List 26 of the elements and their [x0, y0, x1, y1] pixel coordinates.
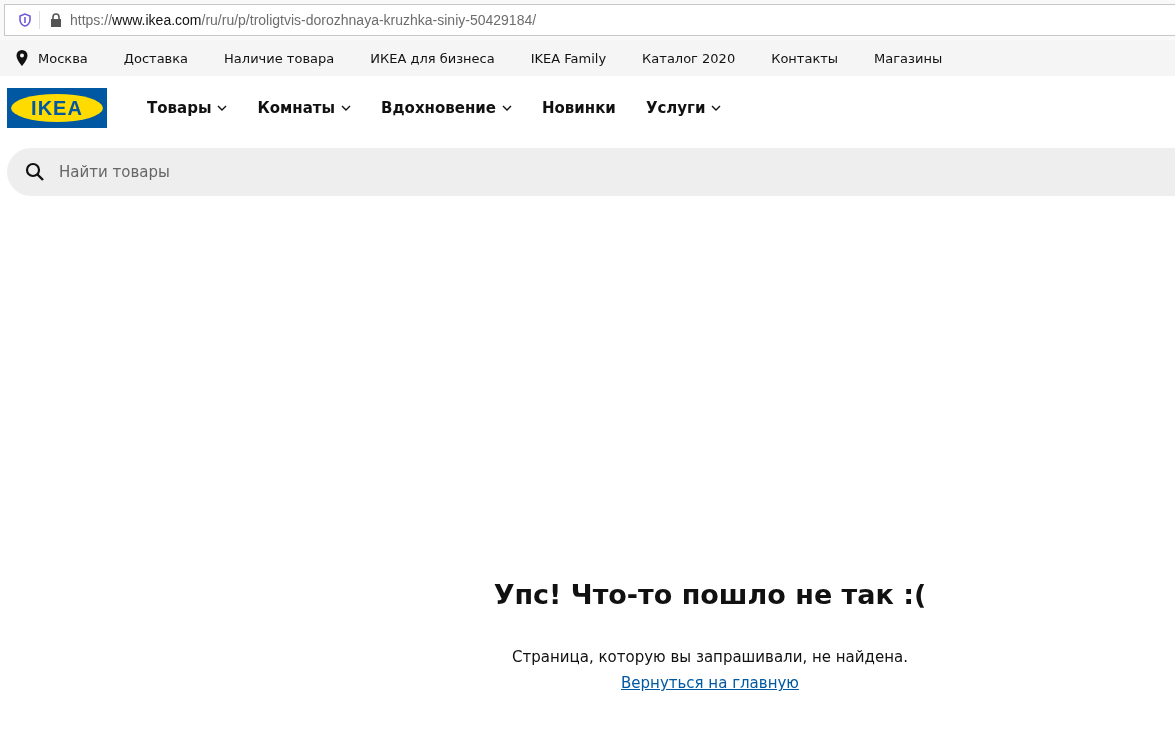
location-pin-icon [16, 50, 28, 66]
top-link[interactable]: ИКЕА для бизнеса [370, 50, 495, 66]
top-link[interactable]: Каталог 2020 [642, 50, 736, 66]
nav-menu-item[interactable]: Товары [147, 99, 228, 117]
nav-menu-item[interactable]: Услуги [645, 99, 722, 117]
top-link[interactable]: IKEA Family [530, 50, 607, 66]
chevron-down-icon [501, 105, 512, 111]
top-link[interactable]: Магазины [874, 50, 943, 66]
nav-menu-item[interactable]: Новинки [541, 99, 616, 117]
chevron-down-icon [341, 105, 352, 111]
top-link[interactable]: Контакты [771, 50, 839, 66]
url-field[interactable]: https://www.ikea.com/ru/ru/p/troligtvis-dorozhnaya-kruzhka-siniy-50429184/ [70, 12, 537, 28]
home-link[interactable]: Вернуться на главную [621, 674, 799, 692]
chevron-down-icon [217, 105, 228, 111]
nav-menu-item[interactable]: Комнаты [257, 99, 352, 117]
error-message: Страница, которую вы запрашивали, не найдена. [512, 648, 908, 666]
error-heading: Упс! Что-то пошло не так :( [493, 579, 927, 610]
nav-menu-item[interactable]: Вдохновение [381, 99, 512, 117]
top-link[interactable]: Доставка [123, 50, 189, 66]
ikea-logo[interactable]: IKEA [7, 88, 107, 128]
top-link[interactable]: Наличие товара [224, 50, 335, 66]
lock-icon[interactable] [50, 13, 62, 27]
chevron-down-icon [711, 105, 722, 111]
shield-icon[interactable] [19, 13, 31, 27]
search-field[interactable]: Найти товары [7, 148, 1175, 196]
location-link[interactable]: Москва [38, 50, 88, 66]
